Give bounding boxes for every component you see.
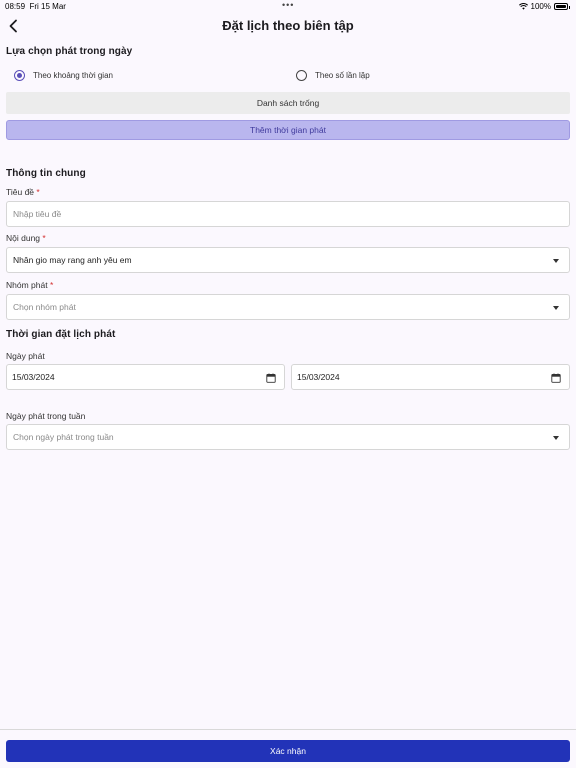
radio-time-range[interactable]: Theo khoảng thời gian <box>14 70 113 81</box>
wifi-icon <box>518 3 528 10</box>
weekday-dropdown[interactable]: Chọn ngày phát trong tuần <box>6 424 570 450</box>
dropdown-arrow-icon <box>553 306 559 310</box>
status-bar: 08:59 Fri 15 Mar ••• 100% <box>0 0 576 12</box>
status-date: Fri 15 Mar <box>29 2 66 11</box>
title-label-text: Tiêu đề <box>6 187 35 197</box>
nav-bar: Đặt lịch theo biên tập <box>0 14 576 40</box>
section-title-schedule: Thời gian đặt lịch phát <box>6 329 116 340</box>
battery-percent: 100% <box>530 2 551 11</box>
content-dropdown[interactable]: Nhân gio may rang anh yêu em <box>6 247 570 273</box>
battery-icon <box>554 3 570 10</box>
empty-list-placeholder: Danh sách trống <box>6 92 570 114</box>
radio-repeat-count-label: Theo số lần lặp <box>315 71 370 80</box>
confirm-button[interactable]: Xác nhận <box>6 740 570 762</box>
dropdown-arrow-icon <box>553 436 559 440</box>
section-title-daily-option: Lựa chọn phát trong ngày <box>6 46 133 57</box>
start-date-value: 15/03/2024 <box>12 372 55 382</box>
content-label-text: Nội dung <box>6 233 41 243</box>
page-title: Đặt lịch theo biên tập <box>222 18 354 33</box>
title-field-label: Tiêu đề * <box>6 187 40 197</box>
start-date-input[interactable]: 15/03/2024 <box>6 364 285 390</box>
content-field-label: Nội dung * <box>6 233 46 243</box>
group-label-text: Nhóm phát <box>6 280 48 290</box>
end-date-value: 15/03/2024 <box>297 372 340 382</box>
weekday-field-label: Ngày phát trong tuần <box>6 411 86 421</box>
group-field-label: Nhóm phát * <box>6 280 53 290</box>
radio-unchecked-icon[interactable] <box>296 70 307 81</box>
group-dropdown-placeholder: Chọn nhóm phát <box>13 302 76 312</box>
add-time-button[interactable]: Thêm thời gian phát <box>6 120 570 140</box>
end-date-input[interactable]: 15/03/2024 <box>291 364 570 390</box>
dropdown-arrow-icon <box>553 259 559 263</box>
radio-checked-icon[interactable] <box>14 70 25 81</box>
calendar-icon[interactable] <box>266 373 276 383</box>
required-mark: * <box>42 233 46 243</box>
title-input-placeholder: Nhập tiêu đề <box>13 209 62 219</box>
date-field-label: Ngày phát <box>6 351 45 361</box>
title-input[interactable]: Nhập tiêu đề <box>6 201 570 227</box>
radio-group-daily-option: Theo khoảng thời gian Theo số lần lặp <box>0 70 576 86</box>
group-dropdown[interactable]: Chọn nhóm phát <box>6 294 570 320</box>
required-mark: * <box>36 187 40 197</box>
required-mark: * <box>49 280 54 290</box>
footer-divider <box>0 729 576 730</box>
multitask-dots-icon[interactable]: ••• <box>282 0 294 10</box>
radio-time-range-label: Theo khoảng thời gian <box>33 71 113 80</box>
status-right: 100% <box>518 2 570 11</box>
calendar-icon[interactable] <box>551 373 561 383</box>
weekday-dropdown-placeholder: Chọn ngày phát trong tuần <box>13 432 114 442</box>
status-clock: 08:59 <box>5 2 26 11</box>
radio-repeat-count[interactable]: Theo số lần lặp <box>296 70 370 81</box>
status-time: 08:59 Fri 15 Mar <box>5 2 66 11</box>
section-title-general-info: Thông tin chung <box>6 168 86 179</box>
content-dropdown-value: Nhân gio may rang anh yêu em <box>13 255 132 265</box>
